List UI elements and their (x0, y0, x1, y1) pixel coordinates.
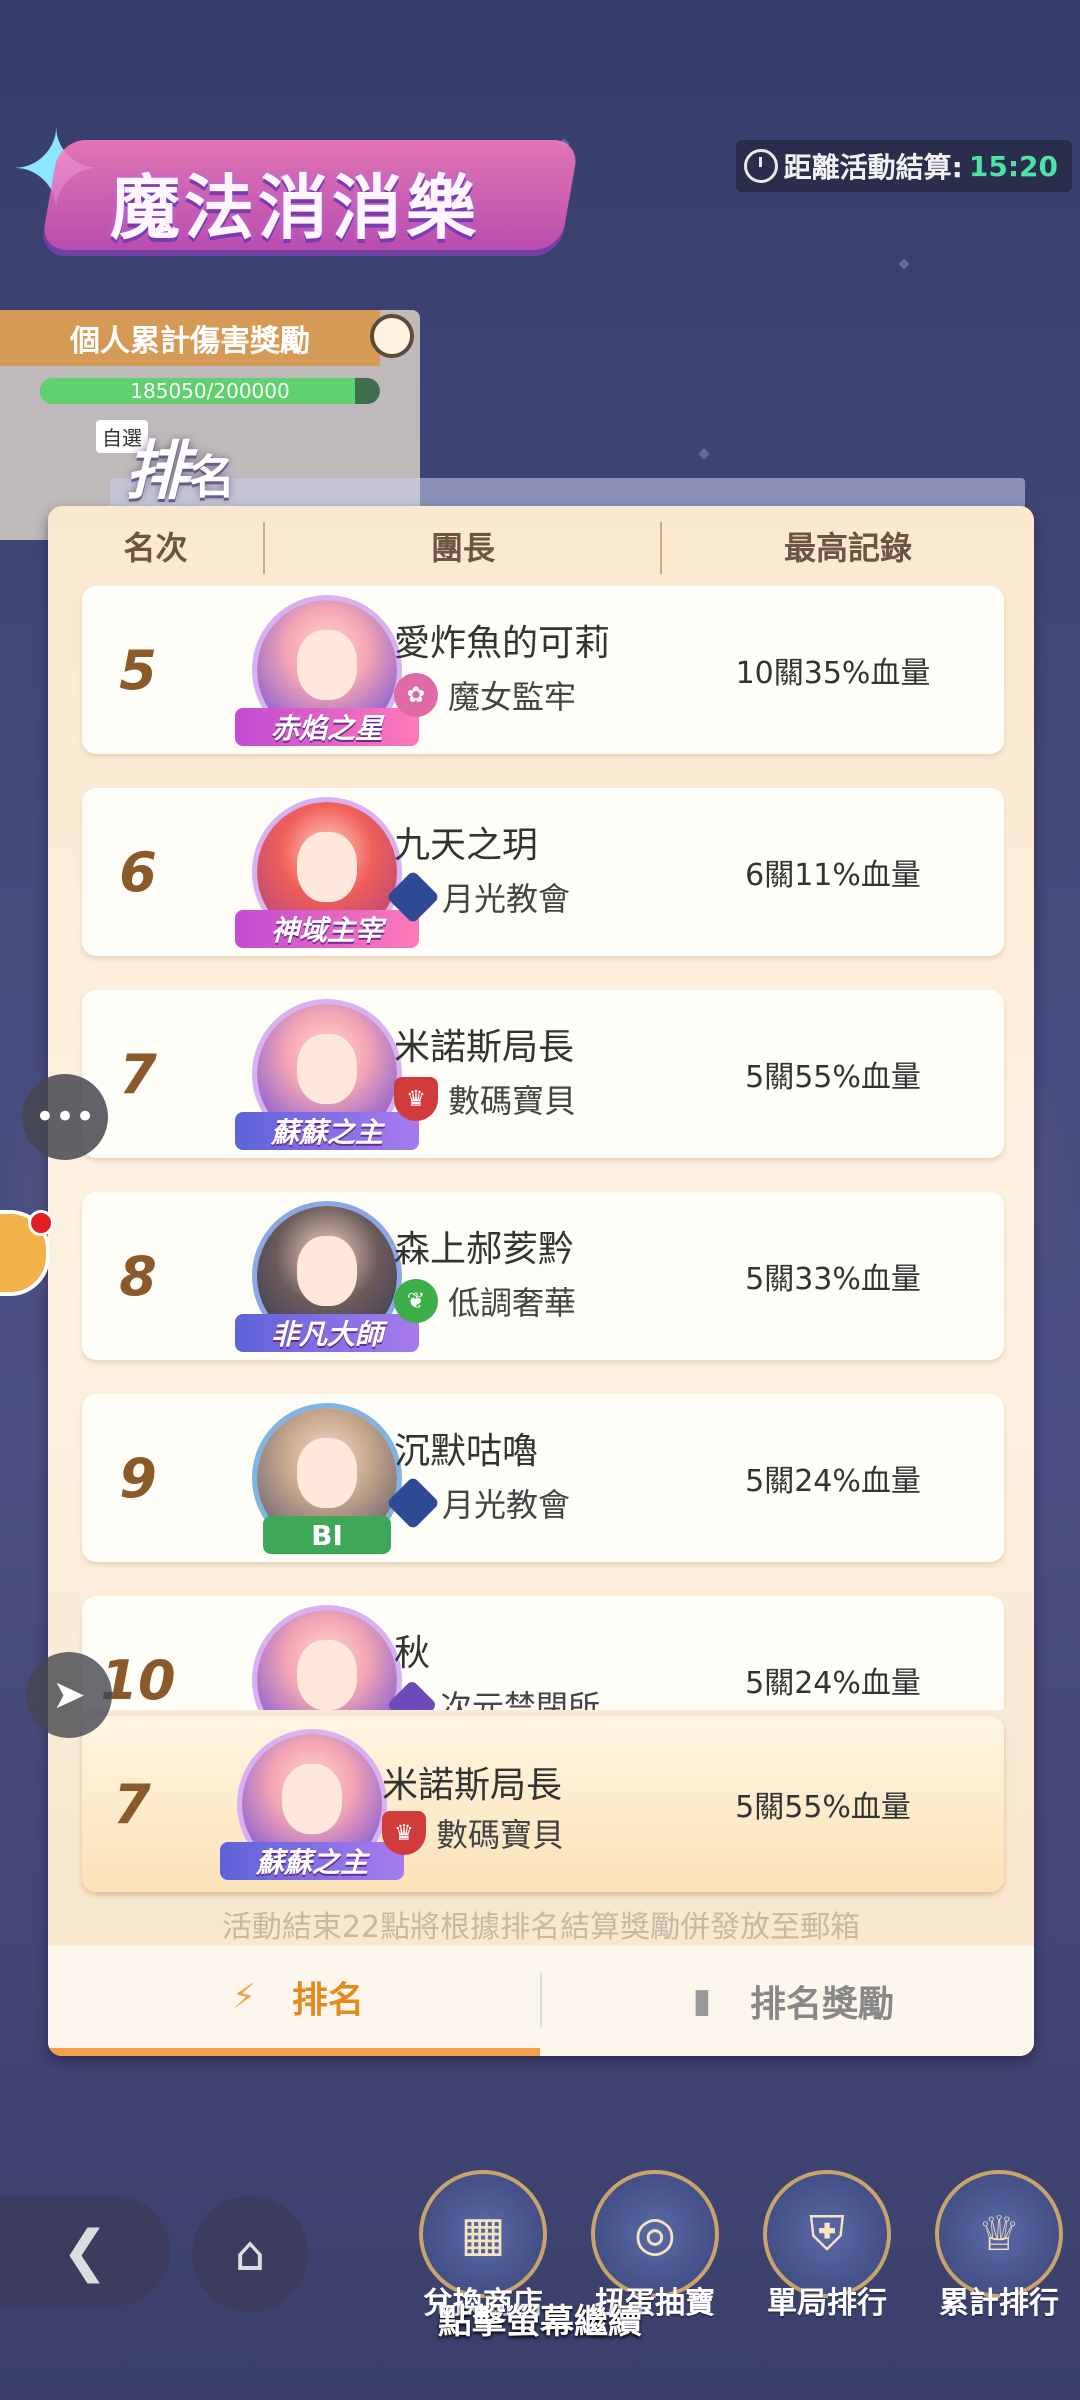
avatar[interactable]: 蘇蘇之主 (220, 1734, 404, 1880)
rank-number: 7 (113, 1772, 151, 1836)
ranking-row[interactable]: 7 蘇蘇之主 米諾斯局長 ♛ 數碼寶貝 5關55%血量 (82, 990, 1004, 1158)
countdown-time: 15:20 (968, 149, 1058, 183)
best-record: 10關35%血量 (735, 656, 931, 691)
best-record: 5關55%血量 (735, 1790, 911, 1825)
crown-icon: ♛ (394, 1077, 438, 1121)
event-logo: ✦ 魔法消消樂 (10, 115, 590, 270)
title-badge: 赤焰之星 (235, 708, 419, 746)
best-record: 5關33%血量 (745, 1262, 921, 1297)
title-badge: 非凡大師 (235, 1314, 419, 1352)
ranking-row[interactable]: 9 BI 沉默咕嚕 月光教會 5關24%血量 (82, 1394, 1004, 1562)
best-record: 5關24%血量 (745, 1464, 921, 1499)
rank-number: 5 (119, 638, 157, 702)
guild-info: 月光教會 (386, 1476, 571, 1530)
player-name: 九天之玥 (394, 825, 539, 866)
player-name: 秋 (394, 1633, 431, 1674)
guild-info: ♛ 數碼寶貝 (394, 1076, 576, 1122)
guild-info: ♛ 數碼寶貝 (382, 1810, 564, 1856)
ranking-row[interactable]: 5 赤焰之星 愛炸魚的可莉 ✿ 魔女監牢 10關35%血量 (82, 586, 1004, 754)
settlement-notice: 活動結束22點將根據排名結算獎勵併發放至郵箱 (221, 1910, 861, 1945)
guild-name: 數碼寶貝 (436, 1816, 565, 1854)
lightning-icon: ⚡ (232, 1977, 256, 2017)
guild-name: 低調奢華 (448, 1284, 577, 1322)
crown-icon: ♛ (382, 1811, 426, 1855)
cat-icon (386, 870, 440, 924)
event-title: 魔法消消樂 (110, 167, 480, 249)
tab-ranking[interactable]: ⚡ 排名 (48, 1946, 540, 2056)
search-icon[interactable] (370, 314, 414, 358)
countdown-label: 距離活動結算: (783, 151, 963, 184)
chat-icon: ••• (34, 1097, 96, 1137)
ranking-dialog: 名次 團長 最高記錄 5 赤焰之星 愛炸魚的可莉 ✿ 魔女監牢 10關35%血量 … (48, 506, 1034, 2056)
player-name: 米諾斯局長 (382, 1765, 563, 1806)
title-badge: 神域主宰 (235, 910, 419, 948)
damage-reward-title: 個人累計傷害獎勵 (0, 310, 380, 366)
chat-button[interactable]: ••• (22, 1074, 108, 1160)
ranking-row[interactable]: 6 神域主宰 九天之玥 月光教會 6關11%血量 (82, 788, 1004, 956)
player-name: 沉默咕嚕 (394, 1431, 539, 1472)
chevron-left-icon: ❮ (61, 2218, 109, 2284)
tab-ranking-rewards[interactable]: ▮ 排名獎勵 (542, 1946, 1034, 2056)
sparkle-icon (698, 448, 710, 460)
tap-to-continue[interactable]: 點擊螢幕繼續 (0, 2294, 1080, 2343)
guild-name: 月光教會 (442, 1486, 571, 1524)
home-icon: ⌂ (234, 2226, 266, 2282)
avatar[interactable]: BI (257, 1408, 397, 1554)
column-rank: 名次 (123, 529, 188, 567)
rank-number: 9 (119, 1446, 157, 1510)
guild-name: 月光教會 (442, 880, 571, 918)
back-button[interactable]: ❮ (0, 2196, 170, 2306)
guild-name: 魔女監牢 (448, 678, 577, 716)
player-name: 森上郝荄黔 (394, 1229, 575, 1270)
send-icon: ➤ (52, 1672, 86, 1718)
guild-info: ✿ 魔女監牢 (394, 672, 576, 718)
cat-icon (386, 1476, 440, 1530)
column-headers: 名次 團長 最高記錄 (48, 506, 1034, 586)
bookmark-icon: ▮ (692, 1981, 712, 2021)
trident-icon (386, 1679, 438, 1710)
title-badge: 蘇蘇之主 (220, 1842, 404, 1880)
leaf-icon: ❦ (394, 1279, 438, 1323)
player-name: 米諾斯局長 (394, 1027, 575, 1068)
guild-name: 數碼寶貝 (448, 1082, 577, 1120)
ranking-row[interactable]: 10 秋 次元禁閉所 5關24%血量 (82, 1596, 1004, 1710)
ranking-tabs: ⚡ 排名 ▮ 排名獎勵 (48, 1946, 1034, 2056)
title-badge: 蘇蘇之主 (235, 1112, 419, 1150)
ranking-list[interactable]: 5 赤焰之星 愛炸魚的可莉 ✿ 魔女監牢 10關35%血量 6 神域主宰 九天之玥… (48, 580, 1034, 1710)
best-record: 5關24%血量 (745, 1666, 921, 1701)
guild-info: 月光教會 (386, 870, 571, 924)
column-best-record: 最高記錄 (783, 529, 912, 567)
bottom-bar: ❮ ⌂ ▦ 兌換商店 ◎ 扭蛋抽寶 ⛨ 單局排行 ♕ 累計排行 (0, 2150, 1080, 2400)
rank-number: 6 (119, 840, 157, 904)
rose-icon: ✿ (394, 673, 438, 717)
rank-number: 8 (119, 1244, 157, 1308)
ranking-title: 排名 (125, 435, 235, 509)
avatar[interactable]: 非凡大師 (235, 1206, 419, 1352)
guild-name: 次元禁閉所 (440, 1688, 601, 1710)
damage-progress-text: 185050/200000 (130, 379, 290, 403)
avatar[interactable]: 赤焰之星 (235, 600, 419, 746)
guild-info: ❦ 低調奢華 (394, 1278, 576, 1324)
my-ranking-row[interactable]: 7 蘇蘇之主 米諾斯局長 ♛ 數碼寶貝 5關55%血量 (82, 1716, 1004, 1892)
clock-icon (743, 149, 778, 183)
player-name: 愛炸魚的可莉 (394, 623, 611, 664)
sparkle-icon (898, 258, 910, 270)
avatar[interactable]: 神域主宰 (235, 802, 419, 948)
notification-dot (28, 1210, 54, 1236)
avatar[interactable]: 蘇蘇之主 (235, 1004, 419, 1150)
event-countdown: 距離活動結算: 15:20 (735, 140, 1072, 192)
avatar[interactable] (257, 1610, 397, 1710)
best-record: 5關55%血量 (745, 1060, 921, 1095)
title-badge: BI (263, 1516, 391, 1554)
guild-info: 次元禁閉所 (386, 1679, 601, 1710)
share-button[interactable]: ➤ (26, 1652, 112, 1738)
best-record: 6關11%血量 (745, 858, 921, 893)
column-leader: 團長 (430, 529, 495, 567)
ranking-row[interactable]: 8 非凡大師 森上郝荄黔 ❦ 低調奢華 5關33%血量 (82, 1192, 1004, 1360)
